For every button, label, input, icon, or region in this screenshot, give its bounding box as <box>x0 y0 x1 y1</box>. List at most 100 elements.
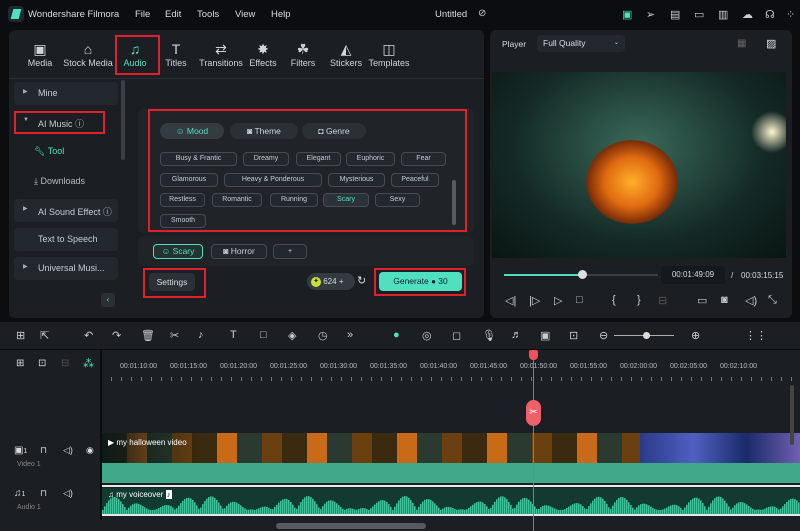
marker-icon[interactable]: ◻ <box>452 329 461 342</box>
progress-track[interactable] <box>582 274 658 276</box>
waveform-bar <box>232 501 234 514</box>
add-track-icon[interactable]: ⊞ <box>16 358 24 369</box>
eye-icon[interactable]: ◉ <box>86 445 94 456</box>
multi-select-icon[interactable]: ⊞ <box>16 329 25 342</box>
layout-icon[interactable]: ▭ <box>694 8 704 21</box>
tab-titles[interactable]: T Titles <box>156 40 196 68</box>
lock-icon[interactable]: ⊓ <box>40 488 47 499</box>
play-icon[interactable]: ▷ <box>554 294 562 307</box>
select-tool-icon[interactable]: ⇱ <box>40 329 49 342</box>
magnet-icon[interactable]: ⁂ <box>83 357 94 370</box>
tab-stock-media[interactable]: ⌂ Stock Media <box>63 40 113 68</box>
ai-avatar-icon[interactable]: ● <box>393 329 400 341</box>
mute-icon[interactable]: ◁) <box>63 445 73 456</box>
support-headset-icon[interactable]: ☊ <box>765 8 775 21</box>
snapshot-icon[interactable]: ◙ <box>721 294 728 306</box>
crop-icon[interactable]: □ <box>260 329 267 341</box>
feedback-icon[interactable]: ▤ <box>670 8 680 21</box>
insert-icon[interactable]: ⊟ <box>658 294 667 307</box>
waveform-bar <box>286 499 288 514</box>
detach-icon[interactable]: ⊟ <box>61 358 69 369</box>
add-tag-button[interactable]: + <box>273 244 307 259</box>
vertical-scrollbar[interactable] <box>790 385 794 445</box>
cut-icon[interactable]: ✂ <box>170 329 179 342</box>
mask-icon[interactable]: ◈ <box>288 329 296 342</box>
zoom-in-icon[interactable]: ⊕ <box>691 329 700 342</box>
waveform-bar <box>430 499 432 514</box>
cloud-upload-icon[interactable]: ☁ <box>742 8 753 21</box>
mark-in-icon[interactable]: { <box>612 294 616 306</box>
apps-grid-icon[interactable]: ⁘ <box>786 8 795 21</box>
sidebar-item-tool[interactable]: 🔧︎ Tool <box>34 146 64 157</box>
tab-transitions[interactable]: ⇄ Transitions <box>198 40 244 68</box>
menu-file[interactable]: File <box>135 9 150 20</box>
waveform-bar <box>676 505 678 514</box>
zoom-slider-handle[interactable] <box>643 332 650 339</box>
sidebar-item-downloads[interactable]: ⤓ Downloads <box>34 176 85 187</box>
waveform-bar <box>406 496 408 514</box>
waveform-bar <box>336 503 338 514</box>
waveform-bar <box>380 500 382 514</box>
selected-tag-horror[interactable]: ◙ Horror <box>211 244 267 259</box>
snapshot-tl-icon[interactable]: ⊡ <box>569 329 578 342</box>
sidebar-item-ai-sound-effect[interactable]: ▶ AI Sound Effect ⓘ <box>14 199 118 222</box>
playhead-line[interactable] <box>533 352 534 531</box>
layout-options-icon[interactable]: ⋮⋮ <box>745 329 767 342</box>
tab-templates[interactable]: ◫ Templates <box>366 40 412 68</box>
lock-icon[interactable]: ⊓ <box>40 445 47 456</box>
selected-tag-scary[interactable]: ☺ Scary <box>153 244 203 259</box>
stop-icon[interactable]: □ <box>576 294 583 306</box>
mark-out-icon[interactable]: } <box>637 294 641 306</box>
music-icon[interactable]: ♬ <box>511 329 522 341</box>
ruler-label: 00:01:45:00 <box>470 363 507 370</box>
mute-icon[interactable]: ◁) <box>63 488 73 499</box>
text-icon[interactable]: T <box>230 329 237 341</box>
grid-view-icon[interactable]: ▦ <box>737 38 746 49</box>
quality-dropdown[interactable]: Full Quality ⌄ <box>537 35 625 52</box>
audio-edit-icon[interactable]: ♪ <box>198 329 204 341</box>
prev-frame-icon[interactable]: ◁| <box>505 294 516 307</box>
waveform-bar <box>576 503 578 514</box>
scissors-split-icon[interactable]: ✂ <box>526 400 541 426</box>
horizontal-scrollbar[interactable] <box>276 523 426 529</box>
display-icon[interactable]: ▭ <box>697 294 707 307</box>
current-time[interactable]: 00:01:49:09 <box>661 266 725 284</box>
waveform-bar <box>340 507 342 514</box>
more-icon[interactable]: » <box>347 329 353 341</box>
tab-filters[interactable]: ☘ Filters <box>282 40 324 68</box>
tab-effects[interactable]: ✸ Effects <box>243 40 283 68</box>
menu-edit[interactable]: Edit <box>165 9 181 20</box>
sidebar-scrollbar[interactable] <box>121 80 125 160</box>
send-icon[interactable]: ➢ <box>646 8 655 21</box>
credits-badge[interactable]: ✦ 624 + <box>307 273 355 290</box>
refresh-icon[interactable]: ↻ <box>357 274 366 287</box>
render-icon[interactable]: ◎ <box>422 329 432 342</box>
gift-icon[interactable]: ▣ <box>622 8 632 21</box>
record-icon[interactable]: 🎙︎ <box>482 329 496 342</box>
menu-tools[interactable]: Tools <box>197 9 219 20</box>
volume-icon[interactable]: ◁) <box>745 294 757 307</box>
sidebar-item-mine[interactable]: ▶ Mine <box>14 82 118 105</box>
progress-handle[interactable] <box>578 270 587 279</box>
next-frame-icon[interactable]: |▷ <box>529 294 540 307</box>
playhead-handle[interactable] <box>529 350 538 360</box>
save-icon[interactable]: ▥ <box>718 8 728 21</box>
sidebar-item-label: Mine <box>38 88 58 98</box>
pip-icon[interactable]: ▣ <box>540 329 550 342</box>
delete-icon[interactable]: 🗑︎ <box>141 329 155 342</box>
redo-icon[interactable]: ↷ <box>112 329 121 342</box>
sidebar-item-text-to-speech[interactable]: Text to Speech <box>14 228 118 251</box>
speed-icon[interactable]: ◷ <box>318 329 328 342</box>
scopes-icon[interactable]: ▨ <box>766 37 776 50</box>
zoom-out-icon[interactable]: ⊖ <box>599 329 608 342</box>
fullscreen-icon[interactable]: ⤡ <box>768 294 777 307</box>
collapse-sidebar-button[interactable]: ‹ <box>101 293 115 307</box>
link-icon[interactable]: ⊡ <box>38 358 46 369</box>
tab-stickers[interactable]: ◭ Stickers <box>324 40 368 68</box>
tab-media[interactable]: ▣ Media <box>18 40 62 68</box>
menu-help[interactable]: Help <box>271 9 291 20</box>
waveform-bar <box>332 500 334 514</box>
undo-icon[interactable]: ↶ <box>84 329 93 342</box>
sidebar-item-universal-musi-[interactable]: ▶ Universal Musi... <box>14 257 118 280</box>
menu-view[interactable]: View <box>235 9 255 20</box>
